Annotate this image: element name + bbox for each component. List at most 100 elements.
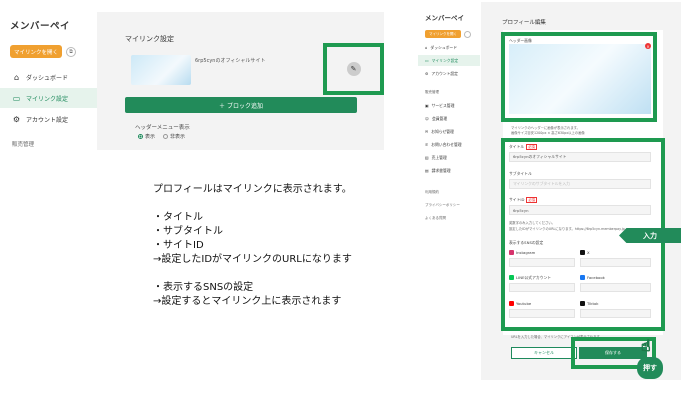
sidebar-item-dashboard[interactable]: ⌂ ダッシュボード xyxy=(0,67,97,87)
right-open-mylink-button[interactable]: マイリンクを開く xyxy=(425,30,461,38)
right-link-terms[interactable]: 利用規約 xyxy=(425,190,439,195)
sns-name: Tiktok xyxy=(587,301,599,306)
nav-label: 売上管理 xyxy=(431,154,447,160)
facebook-input[interactable] xyxy=(580,283,651,292)
siteid-label-text: サイトID xyxy=(509,197,525,202)
nav-label: アカウント設定 xyxy=(431,70,458,76)
header-menu-label: ヘッダーメニュー表示 xyxy=(135,125,190,131)
header-menu-radio-group: 表示 非表示 xyxy=(138,133,185,140)
add-block-button[interactable]: ＋ ブロック追加 xyxy=(125,97,357,113)
right-nav-invoices[interactable]: ▤ 請求書管理 xyxy=(418,165,480,176)
sns-name: X xyxy=(587,250,590,255)
x-input[interactable] xyxy=(580,258,651,267)
save-button[interactable]: 保存する xyxy=(579,347,647,359)
nav-label: サービス管理 xyxy=(431,102,455,108)
right-copy-icon[interactable] xyxy=(464,31,471,38)
nav-label: 会員管理 xyxy=(431,115,448,121)
sidebar-item-label: アカウント設定 xyxy=(26,116,69,124)
right-section-label: 販売管理 xyxy=(425,90,439,94)
sidebar-item-account[interactable]: ⚙ アカウント設定 xyxy=(0,109,97,129)
line-input[interactable] xyxy=(509,283,575,292)
radio-hide-label: 非表示 xyxy=(170,134,186,140)
open-mylink-button[interactable]: マイリンクを開く xyxy=(10,45,62,58)
header-image-size-note: 画像サイズ目安1200px × 高さ630px以上の画像 xyxy=(511,131,585,135)
nav-label: お知らせ管理 xyxy=(431,128,454,134)
right-nav-account[interactable]: ⚙ アカウント設定 xyxy=(418,68,480,79)
chart-icon: ▥ xyxy=(425,155,429,160)
push-callout: 押す xyxy=(637,357,663,379)
sns-x: X xyxy=(580,250,590,255)
tiktok-icon xyxy=(580,301,585,306)
header-image-preview[interactable] xyxy=(509,44,651,114)
sns-name: Instagram xyxy=(516,250,536,255)
gear-icon: ⚙ xyxy=(12,114,21,124)
siteid-label: サイトID 必須 xyxy=(509,197,538,203)
subtitle-input[interactable]: マイリンクのサブタイトルを入力 xyxy=(509,179,651,189)
page-title: マイリンク設定 xyxy=(125,35,174,43)
section-label: 販売管理 xyxy=(12,142,35,148)
youtube-icon xyxy=(509,301,514,306)
right-nav-inquiries[interactable]: ✆ お問い合わせ管理 xyxy=(418,139,480,150)
title-label: タイトル 必須 xyxy=(509,144,537,150)
facebook-icon xyxy=(580,275,585,280)
card-icon: ▭ xyxy=(425,58,429,63)
right-nav-sales[interactable]: ▥ 売上管理 xyxy=(418,152,480,163)
sidebar-item-label: マイリンク設定 xyxy=(26,95,69,103)
pointing-hand-icon: ☝ xyxy=(641,336,652,356)
megaphone-icon: ✉ xyxy=(425,129,429,134)
instagram-input[interactable] xyxy=(509,258,575,267)
right-brand-logo: メンバーペイ xyxy=(425,14,464,22)
sns-name: LINE公式アカウント xyxy=(516,275,552,280)
right-page-title: プロフィール編集 xyxy=(502,20,546,26)
box-icon: ▣ xyxy=(425,103,429,108)
radio-show-label: 表示 xyxy=(145,134,156,140)
sns-line: LINE公式アカウント xyxy=(509,275,551,281)
subtitle-label: サブタイトル xyxy=(509,171,532,176)
right-nav-members[interactable]: ☺ 会員管理 xyxy=(418,113,480,124)
chat-icon: ✆ xyxy=(425,142,429,147)
sns-name: Facebook xyxy=(587,275,605,280)
home-icon: ⌂ xyxy=(425,45,428,50)
right-link-privacy[interactable]: プライバシーポリシー xyxy=(425,203,460,208)
remove-image-icon[interactable]: × xyxy=(645,43,651,49)
sns-facebook: Facebook xyxy=(580,275,605,280)
tiktok-input[interactable] xyxy=(580,309,651,318)
title-input[interactable]: 6rp5cynのオフィシャルサイト xyxy=(509,152,651,162)
nav-label: 請求書管理 xyxy=(431,167,451,173)
sns-name: Youtube xyxy=(516,301,532,306)
sidebar-item-label: ダッシュボード xyxy=(26,74,69,82)
copy-icon[interactable]: ⧉ xyxy=(66,47,76,57)
youtube-input[interactable] xyxy=(509,309,575,318)
right-nav-news[interactable]: ✉ お知らせ管理 xyxy=(418,126,480,137)
gear-icon: ⚙ xyxy=(425,71,429,76)
input-callout: 入力 xyxy=(619,228,681,243)
edit-icon[interactable]: ✎ xyxy=(346,62,361,76)
sidebar-item-mylink[interactable]: ▭ マイリンク設定 xyxy=(0,88,97,108)
right-nav-dashboard[interactable]: ⌂ ダッシュボード xyxy=(418,42,480,53)
siteid-note: 英数字のみ入力してください。 xyxy=(509,221,555,225)
sns-youtube: Youtube xyxy=(509,301,531,306)
sns-tiktok: Tiktok xyxy=(580,301,598,306)
page-root: メンバーペイ マイリンクを開く ⧉ ⌂ ダッシュボード ▭ マイリンク設定 ⚙ アカウ… xyxy=(0,0,684,393)
document-icon: ▤ xyxy=(425,168,429,173)
cancel-button[interactable]: キャンセル xyxy=(511,347,577,359)
card-icon: ▭ xyxy=(12,93,21,103)
instagram-icon xyxy=(509,250,514,255)
site-name: 6rp5cynのオフィシャルサイト xyxy=(195,58,266,64)
required-badge: 必須 xyxy=(526,144,537,150)
line-icon xyxy=(509,275,514,280)
right-link-faq[interactable]: よくある質問 xyxy=(425,216,446,221)
brand-logo: メンバーペイ xyxy=(10,21,71,32)
right-nav-services[interactable]: ▣ サービス管理 xyxy=(418,100,480,111)
x-icon xyxy=(580,250,585,255)
home-icon: ⌂ xyxy=(13,72,20,82)
nav-label: ダッシュボード xyxy=(430,44,457,50)
explanation-text: プロフィールはマイリンクに表示されます。 ・タイトル ・サブタイトル ・サイトI… xyxy=(153,184,352,307)
radio-hide[interactable]: 非表示 xyxy=(163,133,185,140)
right-nav-mylink[interactable]: ▭ マイリンク設定 xyxy=(418,55,480,66)
required-badge: 必須 xyxy=(526,197,538,203)
radio-show[interactable]: 表示 xyxy=(138,133,155,140)
nav-label: マイリンク設定 xyxy=(431,57,459,63)
siteid-input[interactable]: 6rp5cyn xyxy=(509,205,651,215)
header-image-thumbnail xyxy=(131,55,191,85)
